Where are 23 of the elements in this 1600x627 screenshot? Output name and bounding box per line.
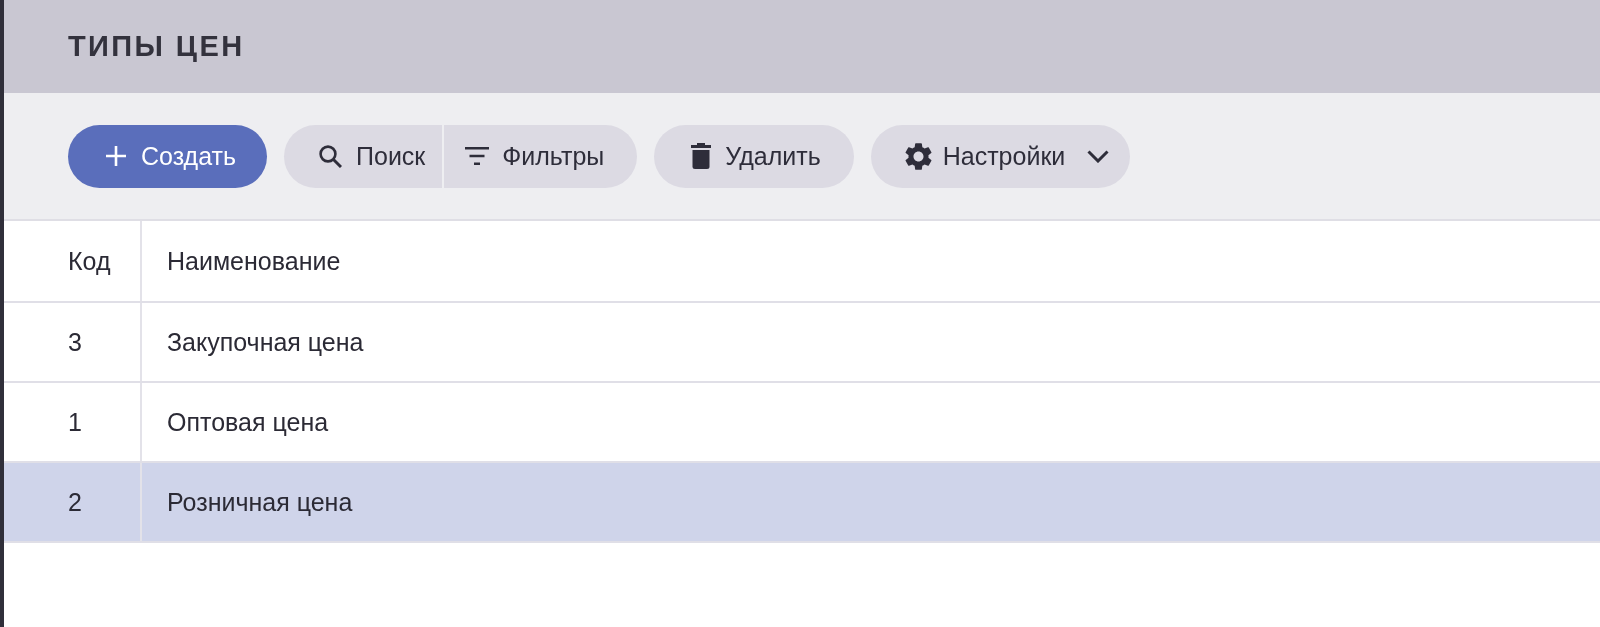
create-button[interactable]: Создать (68, 124, 267, 188)
table-cell: 1 (4, 383, 142, 461)
column-header: Код (4, 221, 142, 301)
table-row[interactable]: 2 Розничная цена (4, 463, 1600, 543)
table-cell-text: Розничная цена (166, 486, 353, 518)
filter-button[interactable]: Фильтры (444, 124, 638, 188)
trash-icon (691, 143, 712, 169)
table-cell: 2 (4, 463, 142, 541)
table-row[interactable]: 1 Оптовая цена (4, 383, 1600, 463)
column-header: Наименование (166, 245, 341, 277)
delete-button[interactable]: Удалить (654, 124, 854, 188)
search-button[interactable]: Поиск (284, 124, 445, 188)
page-title: ТИПЫ ЦЕН (68, 30, 245, 63)
settings-icon (904, 142, 932, 170)
table-cell: 3 (4, 303, 142, 381)
table-row[interactable]: 3 Закупочная цена (4, 303, 1600, 383)
table-cell-text: Оптовая цена (166, 406, 329, 438)
settings-dropdown[interactable]: Настройки (870, 124, 1131, 188)
filter-icon (465, 147, 490, 165)
chevron-down-icon (1087, 149, 1110, 163)
search-icon (319, 144, 342, 168)
plus-icon (106, 146, 126, 166)
table-cell-text: Закупочная цена (166, 326, 364, 358)
